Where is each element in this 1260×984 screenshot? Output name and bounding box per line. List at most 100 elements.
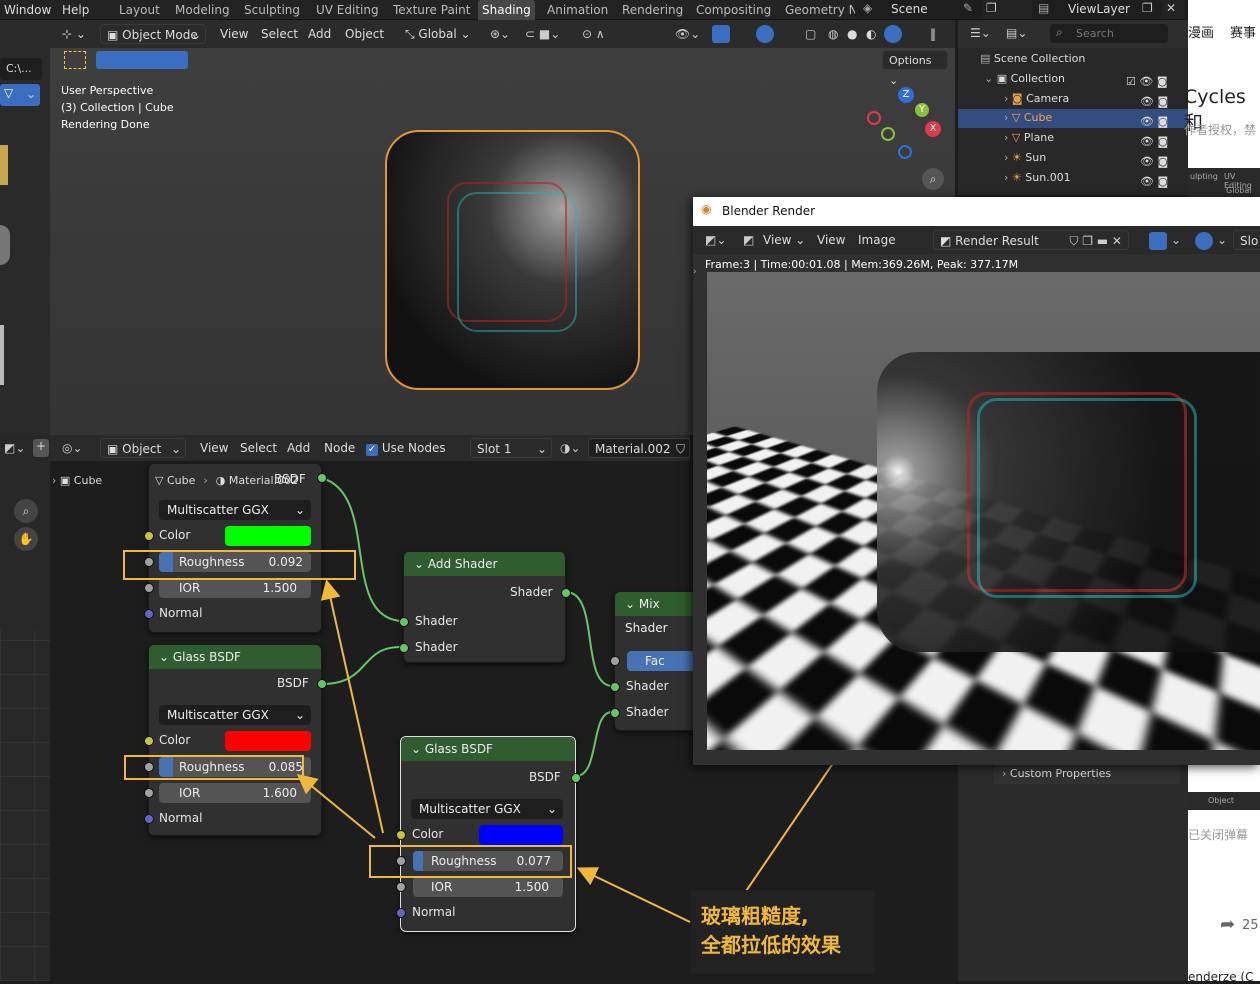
pause-render-icon[interactable]: ‖ <box>930 24 936 44</box>
outliner-row-sun[interactable]: › ☀ Sun <box>1004 151 1046 164</box>
blender-logo-icon: ◉ <box>701 202 712 216</box>
navigation-gizmo[interactable]: Z Y X <box>865 85 945 165</box>
slot-dropdown-render[interactable]: Slo <box>1233 230 1260 250</box>
overlay-toggle-icon[interactable] <box>756 25 774 43</box>
outliner: ☰⌄ ▤⌄ ⌕ Search ▤ Scene Collection ⌄ ▣ Co… <box>958 20 1188 195</box>
shading-wire-icon[interactable]: ◍ <box>828 24 838 44</box>
render-window-titlebar[interactable]: ◉ Blender Render <box>693 197 1260 226</box>
file-path-field[interactable]: C:\... <box>0 58 42 80</box>
outliner-row-scene-collection[interactable]: ▤ Scene Collection <box>980 52 1085 65</box>
pin-icon[interactable]: ✎ <box>963 1 973 15</box>
gizmo-toggle-icon[interactable] <box>712 25 730 43</box>
tab-compositing[interactable]: Compositing <box>692 0 775 20</box>
menu-object[interactable]: Object <box>345 24 384 44</box>
editor-type-icon[interactable]: ⊹ ⌄ <box>62 24 86 44</box>
annotation-line-2: 全都拉低的效果 <box>701 933 841 957</box>
gizmo-icon[interactable] <box>1149 232 1167 250</box>
gizmo-z-axis[interactable]: Z <box>898 87 914 103</box>
thumbnail-2[interactable] <box>0 225 10 265</box>
snap-icon[interactable]: ⊂ ■⌄ <box>525 24 560 44</box>
layers-icon: ▤ <box>1038 1 1050 15</box>
view-mode-icon[interactable]: ◩ <box>743 230 754 250</box>
search-icon: ⌕ <box>1056 25 1063 39</box>
options-dropdown[interactable]: Options ⌄ <box>882 50 948 87</box>
overlay-icon[interactable] <box>1195 232 1213 250</box>
gizmo-menu-icon[interactable]: ⌄ <box>1171 230 1181 250</box>
zoom-icon[interactable]: ⌕ <box>922 168 944 190</box>
glass-cube[interactable] <box>385 130 640 390</box>
view-dropdown[interactable]: View ⌄ <box>763 230 805 250</box>
outliner-row-sun001[interactable]: › ☀ Sun.001 <box>1004 171 1071 184</box>
web-text-1: 漫画 <box>1188 26 1215 41</box>
scene-name: Scene <box>891 2 928 16</box>
display-mode-icon[interactable]: ▤⌄ <box>1006 26 1027 40</box>
outliner-type-icon[interactable]: ☰⌄ <box>970 26 991 40</box>
render-image[interactable] <box>707 272 1260 750</box>
menu-help[interactable]: Help <box>62 3 89 17</box>
view-layer-name: ViewLayer <box>1068 2 1130 16</box>
image-editor-icon[interactable]: ◩⌄ <box>705 230 726 250</box>
render-status-text: Frame:3 | Time:00:01.08 | Mem:369.26M, P… <box>705 258 1019 271</box>
xray-icon[interactable]: ▢ <box>805 24 816 44</box>
menu-image[interactable]: Image <box>858 230 896 250</box>
camera-icon: ◙ <box>1011 92 1027 105</box>
folder-icon: ▣ <box>996 72 1011 85</box>
orientation-dropdown[interactable]: ⤡ Global ⌄ <box>405 24 481 44</box>
outliner-row-plane[interactable]: › ▽ Plane <box>1004 131 1054 144</box>
share-count: 25 <box>1242 918 1259 933</box>
tab-geometry-nodes[interactable]: Geometry N <box>781 0 862 20</box>
visibility-icon[interactable]: 👁⌄ <box>675 24 700 44</box>
tab-uv-editing[interactable]: UV Editing <box>312 0 383 20</box>
view-perspective-label: User Perspective <box>61 84 154 97</box>
menu-window[interactable]: Window <box>4 3 51 17</box>
remove-view-layer-icon[interactable]: ✕ <box>1166 1 1176 15</box>
tab-sculpting[interactable]: Sculpting <box>240 0 304 20</box>
gizmo-x-axis[interactable]: X <box>925 121 941 137</box>
render-window[interactable]: ◉ Blender Render ◩⌄ ◩ View ⌄ View Image … <box>693 197 1260 765</box>
outliner-row-collection[interactable]: ⌄ ▣ Collection <box>984 72 1065 85</box>
thumbnail-3[interactable] <box>0 325 4 385</box>
tab-shading[interactable]: Shading <box>478 0 535 20</box>
render-window-title: Blender Render <box>722 204 816 218</box>
overlay-menu-icon[interactable]: ⌄ <box>1217 230 1227 250</box>
render-result-field[interactable]: ◩ Render Result ⛉ ❐ ▬ ✕ <box>933 230 1129 250</box>
proportional-icon[interactable]: ⊙ ∧ <box>582 24 605 44</box>
gizmo-neg-y[interactable] <box>881 127 895 141</box>
render-status-label: Rendering Done <box>61 118 150 131</box>
select-mode-buttons[interactable] <box>96 51 188 69</box>
collection-icon: ▤ <box>980 52 994 65</box>
tab-modeling[interactable]: Modeling <box>171 0 234 20</box>
tab-animation[interactable]: Animation <box>543 0 612 20</box>
menu-view-3[interactable]: View <box>817 230 845 250</box>
menu-select[interactable]: Select <box>261 24 298 44</box>
gizmo-y-axis[interactable]: Y <box>915 103 929 117</box>
tab-layout[interactable]: Layout <box>115 0 164 20</box>
new-scene-icon[interactable]: ❐ <box>986 1 997 15</box>
danmaku-closed[interactable]: 已关闭弹幕 <box>1188 826 1248 843</box>
filter-button[interactable]: ▽ ⌄ <box>0 84 40 106</box>
pivot-icon[interactable]: ⊛⌄ <box>490 24 510 44</box>
select-tool-icon[interactable] <box>64 51 86 69</box>
share-icon[interactable]: ➦ <box>1220 914 1235 935</box>
mesh-icon: ▽ <box>1011 111 1024 124</box>
visibility-column[interactable]: ☑ 👁 ◙ 👁 ◙ 👁 ◙ 👁 ◙ 👁 ◙ 👁 ◙ <box>1126 72 1168 192</box>
tab-rendering[interactable]: Rendering <box>618 0 687 20</box>
shading-solid-icon[interactable]: ● <box>847 24 857 44</box>
thumbnail-1[interactable] <box>0 145 8 185</box>
menu-add[interactable]: Add <box>308 24 331 44</box>
custom-properties-section[interactable]: › Custom Properties <box>994 764 1180 784</box>
scene-selector[interactable]: ◈ Scene ✎ <box>855 0 983 18</box>
shading-material-icon[interactable]: ◐ <box>866 24 876 44</box>
menu-view[interactable]: View <box>220 24 248 44</box>
shading-rendered-icon[interactable] <box>884 25 902 43</box>
tab-texture-paint[interactable]: Texture Paint <box>389 0 474 20</box>
gizmo-neg-z[interactable] <box>898 145 912 159</box>
gizmo-neg-x[interactable] <box>867 111 881 125</box>
outliner-row-camera[interactable]: › ◙ Camera <box>1004 92 1069 105</box>
web-thumb-2: Object <box>1188 792 1260 810</box>
web-text-4: enderze (C <box>1188 970 1254 984</box>
mode-dropdown[interactable]: ▣ Object Mode ⌄ <box>100 24 206 44</box>
new-view-layer-icon[interactable]: ❐ <box>1142 1 1153 15</box>
outliner-search-input[interactable]: ⌕ Search <box>1050 24 1168 43</box>
sidebar-toggle-icon[interactable]: › <box>693 267 697 277</box>
